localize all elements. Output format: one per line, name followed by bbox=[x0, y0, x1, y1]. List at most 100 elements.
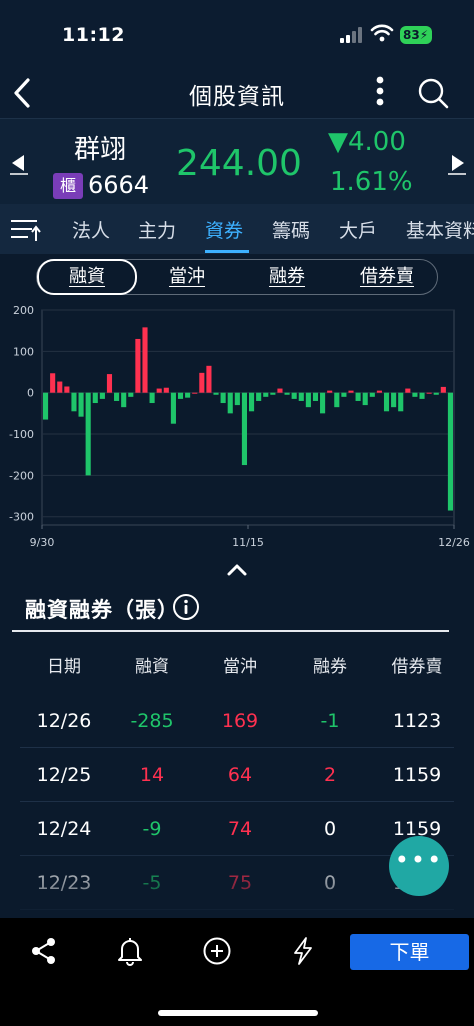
chart-bar bbox=[213, 392, 219, 395]
chart-bar bbox=[220, 392, 226, 404]
chart-bar bbox=[412, 392, 418, 397]
segment-margin-buy[interactable]: 融資 bbox=[37, 259, 137, 295]
segment-short-sell[interactable]: 融券 bbox=[237, 260, 337, 294]
prev-stock-icon[interactable] bbox=[8, 151, 30, 175]
y-tick-label: -200 bbox=[9, 469, 34, 482]
header-borrow-sell: 借券賣 bbox=[391, 657, 443, 677]
table-row[interactable]: 12/25 14 64 2 1159 bbox=[20, 748, 454, 802]
chart-bar bbox=[121, 392, 127, 408]
chart-bar bbox=[99, 392, 105, 399]
cell-day-trade: 64 bbox=[227, 764, 253, 786]
y-tick-label: -100 bbox=[9, 428, 34, 441]
chart-bar bbox=[277, 388, 283, 393]
cell-short-sell: 0 bbox=[323, 872, 337, 894]
x-tick-label: 12/26 bbox=[438, 536, 470, 549]
cell-margin-buy: -285 bbox=[130, 710, 174, 732]
more-dots-icon: ••• bbox=[394, 846, 444, 874]
chart-bar bbox=[128, 392, 134, 397]
chart-bar bbox=[227, 392, 233, 414]
header-day-trade: 當沖 bbox=[223, 657, 257, 677]
cell-short-sell: 2 bbox=[323, 764, 337, 786]
chart-bar bbox=[284, 392, 290, 395]
section-divider bbox=[12, 630, 449, 632]
chart-bar bbox=[391, 392, 397, 408]
tab-chips[interactable]: 籌碼 bbox=[272, 216, 310, 243]
header-margin-buy: 融資 bbox=[135, 657, 169, 677]
sort-menu-icon[interactable] bbox=[10, 216, 42, 244]
chart-bar bbox=[42, 392, 49, 420]
floating-menu-button[interactable]: ••• bbox=[389, 836, 449, 896]
chart-bar bbox=[206, 365, 212, 393]
bell-icon[interactable] bbox=[115, 936, 145, 966]
cell-margin-buy: -9 bbox=[142, 818, 162, 840]
chart-bar bbox=[85, 392, 91, 476]
next-stock-icon[interactable] bbox=[446, 151, 468, 175]
tab-margin[interactable]: 資券 bbox=[205, 216, 243, 243]
tab-fundamentals[interactable]: 基本資料 bbox=[406, 216, 474, 243]
chart-bar bbox=[241, 392, 248, 466]
table-row[interactable]: 12/26 -285 169 -1 1123 bbox=[20, 694, 454, 748]
search-icon[interactable] bbox=[416, 76, 450, 110]
status-bar: 11:12 83⚡ bbox=[0, 0, 474, 70]
y-tick-label: 0 bbox=[27, 387, 34, 400]
header-short-sell: 融券 bbox=[313, 657, 347, 677]
chart-bar bbox=[369, 392, 375, 397]
more-options-icon[interactable] bbox=[370, 74, 390, 108]
stock-code: 6664 bbox=[88, 171, 150, 199]
chart-bar bbox=[291, 392, 297, 399]
status-time: 11:12 bbox=[62, 24, 125, 46]
chart-bar bbox=[170, 392, 176, 424]
chart-bar bbox=[298, 392, 304, 401]
chart-bar bbox=[341, 392, 347, 397]
chart-bar bbox=[355, 392, 361, 401]
cell-day-trade: 169 bbox=[221, 710, 259, 732]
cell-date: 12/23 bbox=[36, 872, 92, 894]
chart-bar bbox=[50, 373, 56, 393]
chart-bar bbox=[362, 392, 368, 406]
y-tick-label: -300 bbox=[9, 511, 34, 524]
chart-bar bbox=[135, 338, 141, 393]
chart-bar bbox=[447, 392, 454, 511]
cell-date: 12/24 bbox=[36, 818, 92, 840]
chart-bar bbox=[376, 390, 382, 393]
chart-grid bbox=[41, 309, 455, 529]
chart-bar bbox=[383, 392, 390, 412]
cell-margin-buy: -5 bbox=[142, 872, 162, 894]
segment-borrow-sell[interactable]: 借券賣 bbox=[337, 260, 437, 294]
lightning-icon[interactable] bbox=[288, 936, 318, 966]
chart-bar bbox=[64, 386, 70, 393]
cell-short-sell: 0 bbox=[323, 818, 337, 840]
stock-name: 群翊 bbox=[74, 135, 127, 165]
chart-bar bbox=[114, 392, 120, 401]
chart-bar bbox=[71, 392, 77, 412]
place-order-button[interactable]: 下單 bbox=[350, 934, 469, 970]
add-circle-icon[interactable] bbox=[202, 936, 232, 966]
chart-bar bbox=[348, 390, 354, 393]
chart-bar bbox=[177, 392, 184, 399]
collapse-chevron-icon[interactable] bbox=[226, 562, 248, 578]
margin-bar-chart: 200 100 0 -100 -200 -300 9/30 11/15 12/26 bbox=[9, 304, 470, 549]
tab-major-holders[interactable]: 大戶 bbox=[339, 216, 377, 243]
home-indicator bbox=[158, 1010, 318, 1016]
x-tick-label: 9/30 bbox=[30, 536, 55, 549]
y-tick-label: 200 bbox=[13, 304, 34, 317]
y-tick-label: 100 bbox=[13, 345, 34, 358]
chart-bar bbox=[270, 392, 276, 395]
segment-day-trade[interactable]: 當沖 bbox=[137, 260, 237, 294]
header-date: 日期 bbox=[47, 657, 81, 677]
table-header: 日期 融資 當沖 融券 借券賣 bbox=[20, 640, 454, 694]
chart-bar bbox=[256, 392, 262, 401]
tab-institutional[interactable]: 法人 bbox=[72, 216, 110, 243]
tab-main-force[interactable]: 主力 bbox=[138, 216, 176, 243]
share-icon[interactable] bbox=[29, 936, 59, 966]
active-tab-indicator bbox=[205, 250, 249, 253]
chart-bar bbox=[433, 392, 439, 395]
chart-bar bbox=[419, 392, 425, 399]
nav-bar: 個股資訊 bbox=[0, 70, 474, 118]
chart-bar bbox=[142, 327, 148, 393]
chart-bar bbox=[305, 392, 311, 408]
info-icon[interactable] bbox=[172, 593, 200, 621]
chart-bar bbox=[398, 392, 404, 412]
cell-date: 12/26 bbox=[36, 710, 92, 732]
battery-level: 83 bbox=[403, 28, 420, 42]
